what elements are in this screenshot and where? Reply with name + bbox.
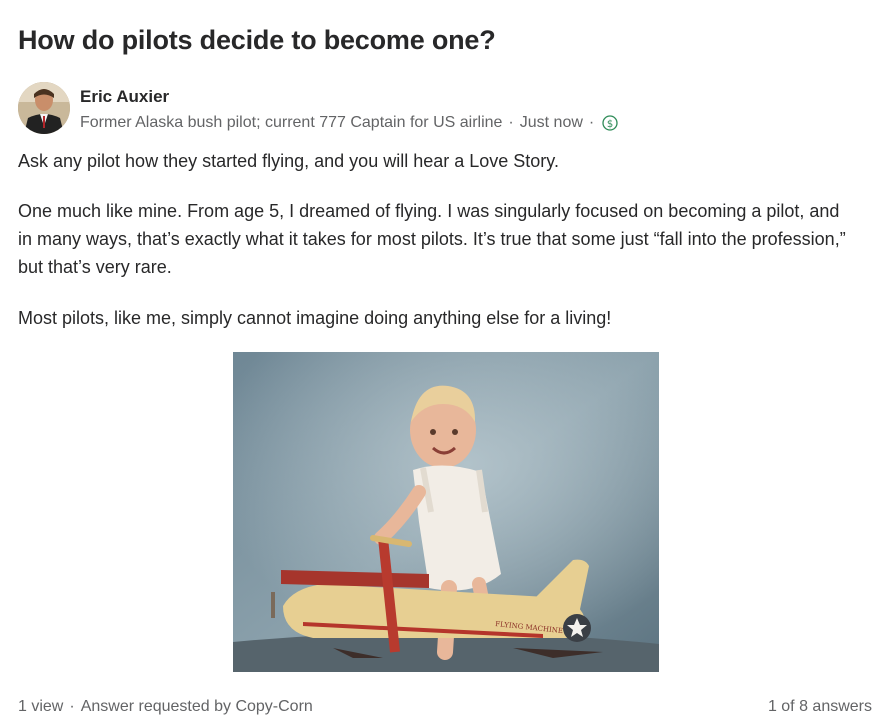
answer-paragraph: Most pilots, like me, simply cannot imag…	[18, 308, 612, 328]
answer-paragraph: Ask any pilot how they started flying, a…	[18, 151, 559, 171]
separator-dot: ·	[508, 114, 514, 131]
answer-timestamp[interactable]: Just now	[520, 112, 583, 134]
view-count[interactable]: 1 view	[18, 696, 63, 718]
author-avatar[interactable]	[18, 82, 70, 134]
separator-dot: ·	[69, 698, 75, 715]
answer-requested-by[interactable]: Answer requested by Copy-Corn	[81, 696, 313, 718]
answer-paragraph: One much like mine. From age 5, I dreame…	[18, 201, 846, 277]
avatar-photo	[18, 82, 70, 134]
answer-footer-meta: 1 view · Answer requested by Copy-Corn	[18, 696, 313, 718]
separator-dot: ·	[588, 114, 595, 131]
author-credential-line: Former Alaska bush pilot; current 777 Ca…	[80, 112, 618, 134]
question-title[interactable]: How do pilots decide to become one?	[18, 20, 868, 60]
author-name[interactable]: Eric Auxier	[80, 85, 169, 109]
author-credential[interactable]: Former Alaska bush pilot; current 777 Ca…	[80, 112, 502, 134]
dollar-circle-icon[interactable]: $	[602, 115, 618, 131]
answer-photo[interactable]: FLYING MACHINE	[233, 352, 659, 672]
answer-position[interactable]: 1 of 8 answers	[768, 696, 872, 718]
svg-text:$: $	[607, 119, 613, 130]
